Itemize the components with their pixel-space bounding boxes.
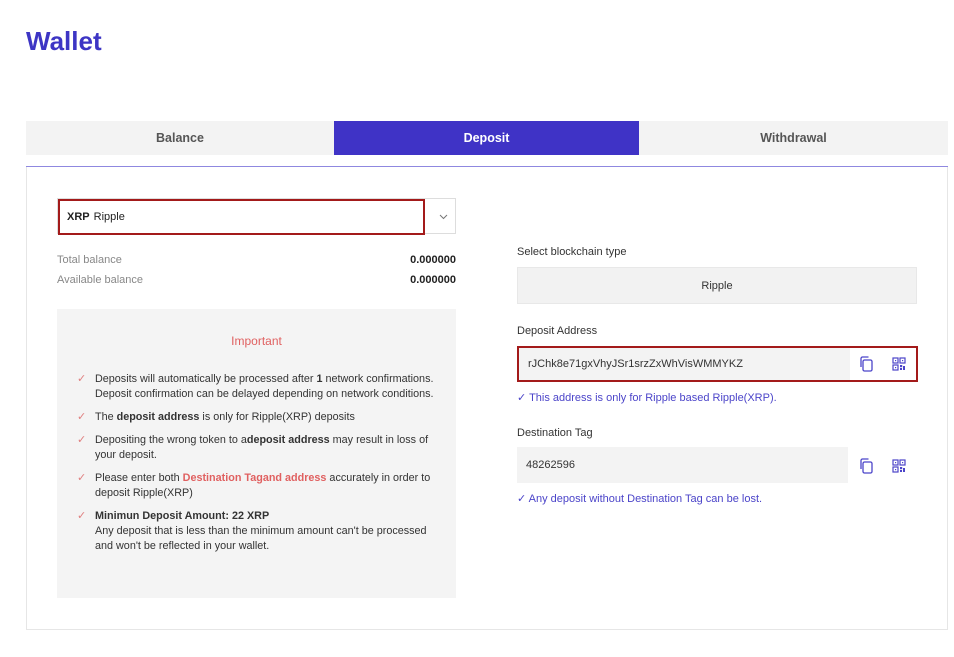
qr-code-icon[interactable] xyxy=(888,455,910,477)
important-item: ✓ Minimun Deposit Amount: 22 XRP Any depo… xyxy=(77,510,427,552)
coin-symbol: XRP xyxy=(67,211,90,223)
check-icon: ✓ xyxy=(77,434,87,446)
important-item: ✓ Please enter both Destination Tagand a… xyxy=(77,472,431,499)
coin-name: Ripple xyxy=(93,211,125,223)
important-item: ✓ Depositing the wrong token to adeposit… xyxy=(77,434,429,461)
copy-icon[interactable] xyxy=(855,353,877,375)
important-list: ✓ Deposits will automatically be process… xyxy=(77,372,447,562)
tab-deposit[interactable]: Deposit xyxy=(334,121,639,155)
deposit-address-note: ✓ This address is only for Ripple based … xyxy=(517,392,777,404)
coin-select[interactable]: XRP Ripple xyxy=(57,198,456,235)
chevron-down-icon[interactable] xyxy=(437,211,449,223)
deposit-address-label: Deposit Address xyxy=(517,325,598,337)
check-icon: ✓ xyxy=(77,373,87,385)
destination-tag-label: Destination Tag xyxy=(517,427,593,439)
copy-icon[interactable] xyxy=(855,455,877,477)
deposit-address-group: rJChk8e71gxVhyJSr1srzZxWhVisWMMYKZ xyxy=(517,346,918,382)
important-title: Important xyxy=(231,334,282,348)
blockchain-select[interactable]: Ripple xyxy=(517,267,917,304)
coin-select-value[interactable]: XRP Ripple xyxy=(58,199,425,235)
destination-tag-note: ✓ Any deposit without Destination Tag ca… xyxy=(517,493,763,505)
page-title: Wallet xyxy=(26,26,102,56)
available-balance-value: 0.000000 xyxy=(410,274,456,286)
total-balance-value: 0.000000 xyxy=(410,254,456,266)
deposit-address-field[interactable]: rJChk8e71gxVhyJSr1srzZxWhVisWMMYKZ xyxy=(519,348,850,380)
tab-bar: Balance Deposit Withdrawal xyxy=(26,121,948,155)
check-icon: ✓ xyxy=(517,392,527,404)
check-icon: ✓ xyxy=(77,472,87,484)
important-notice: Important ✓ Deposits will automatically … xyxy=(57,309,456,598)
qr-code-icon[interactable] xyxy=(888,353,910,375)
check-icon: ✓ xyxy=(77,510,87,522)
important-item: ✓ The deposit address is only for Ripple… xyxy=(77,411,355,423)
blockchain-label: Select blockchain type xyxy=(517,246,627,258)
check-icon: ✓ xyxy=(517,493,527,505)
important-item: ✓ Deposits will automatically be process… xyxy=(77,373,434,400)
total-balance-row: Total balance 0.000000 xyxy=(57,254,456,266)
available-balance-row: Available balance 0.000000 xyxy=(57,274,456,286)
total-balance-label: Total balance xyxy=(57,254,122,266)
check-icon: ✓ xyxy=(77,411,87,423)
tab-balance[interactable]: Balance xyxy=(26,121,334,155)
available-balance-label: Available balance xyxy=(57,274,144,286)
destination-tag-field[interactable]: 48262596 xyxy=(517,447,848,483)
tab-withdrawal[interactable]: Withdrawal xyxy=(639,121,948,155)
